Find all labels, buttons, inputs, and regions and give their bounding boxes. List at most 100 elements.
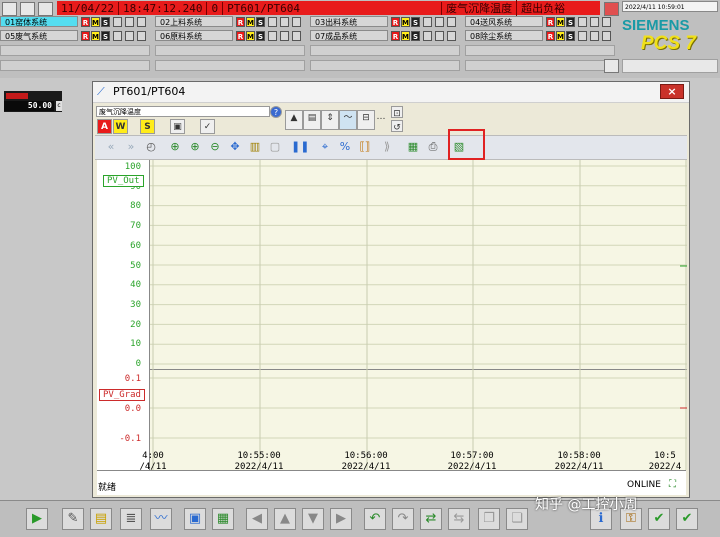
import-icon[interactable]: ▦ xyxy=(212,508,234,530)
status-m-indicator[interactable]: M xyxy=(556,31,565,41)
save-icon[interactable]: ▣ xyxy=(184,508,206,530)
overview-icon[interactable] xyxy=(2,2,17,16)
status-m-indicator[interactable]: M xyxy=(91,31,100,41)
pencil-icon[interactable] xyxy=(20,2,35,16)
y-tick-label: 20 xyxy=(130,319,141,330)
percent-icon[interactable]: % xyxy=(337,139,353,155)
status-m-indicator[interactable]: M xyxy=(246,31,255,41)
next-icon[interactable]: » xyxy=(123,139,139,155)
area-button[interactable]: 07成品系统 xyxy=(310,30,388,41)
status-m-indicator[interactable]: M xyxy=(401,31,410,41)
status-s-indicator[interactable]: S xyxy=(101,31,110,41)
lock-icon[interactable]: ▣ xyxy=(170,119,185,134)
copy-icon[interactable]: ❐ xyxy=(478,508,500,530)
status-s-indicator[interactable]: S xyxy=(256,17,265,27)
zoom-out-icon[interactable]: ⊖ xyxy=(207,139,223,155)
blank-icon[interactable] xyxy=(38,2,53,16)
checkbox-icon[interactable]: ✓ xyxy=(200,119,215,134)
area-button[interactable]: 04送风系统 xyxy=(465,16,543,27)
area-button[interactable]: 06原料系统 xyxy=(155,30,233,41)
alarm-message: 废气沉降温度 xyxy=(442,0,518,16)
zoom-in-icon[interactable]: ⊕ xyxy=(187,139,203,155)
series-label-pv-grad[interactable]: PV_Grad xyxy=(99,389,145,401)
status-m-indicator[interactable]: M xyxy=(246,17,255,27)
alarm-ack-icon[interactable] xyxy=(604,2,619,16)
document-icon[interactable]: ▤ xyxy=(303,110,321,130)
alarm-a-button[interactable]: A xyxy=(97,119,112,134)
area-button[interactable]: 02上料系统 xyxy=(155,16,233,27)
series-label-pv-out[interactable]: PV_Out xyxy=(103,175,144,187)
limits-icon[interactable]: ⇕ xyxy=(321,110,339,130)
clock-icon[interactable]: ◴ xyxy=(143,139,159,155)
area-button[interactable]: 08除尘系统 xyxy=(465,30,543,41)
ack-icon[interactable]: ✔ xyxy=(648,508,670,530)
area-button[interactable]: 03出料系统 xyxy=(310,16,388,27)
status-r-indicator[interactable]: R xyxy=(236,17,245,27)
status-r-indicator[interactable]: R xyxy=(236,31,245,41)
status-s-indicator[interactable]: S xyxy=(101,17,110,27)
status-r-indicator[interactable]: R xyxy=(546,31,555,41)
ack-all-icon[interactable]: ✔ xyxy=(676,508,698,530)
arrow-left-icon[interactable]: ◀ xyxy=(246,508,268,530)
paste-icon[interactable]: ❏ xyxy=(506,508,528,530)
pin-icon[interactable]: ⊡ xyxy=(391,106,403,119)
chart-icon[interactable]: 〰 xyxy=(150,508,172,530)
status-r-indicator[interactable]: R xyxy=(391,31,400,41)
status-s-indicator[interactable]: S xyxy=(411,31,420,41)
forward-icon[interactable]: ↷ xyxy=(392,508,414,530)
status-r-indicator[interactable]: R xyxy=(391,17,400,27)
status-s-button[interactable]: S xyxy=(140,119,155,134)
status-m-indicator[interactable]: M xyxy=(556,17,565,27)
empty-indicator xyxy=(292,17,301,27)
help-icon[interactable]: ? xyxy=(270,106,282,118)
window-titlebar[interactable]: ⟋ PT601/PT604 × xyxy=(93,82,689,103)
status-r-indicator[interactable]: R xyxy=(81,31,90,41)
status-r-indicator[interactable]: R xyxy=(546,17,555,27)
list-icon[interactable]: ≣ xyxy=(120,508,142,530)
trend-view-icon[interactable]: 〜 xyxy=(339,110,357,130)
zoom-area-icon[interactable]: ⊕ xyxy=(167,139,183,155)
switch-back-icon[interactable]: ⇆ xyxy=(448,508,470,530)
status-r-indicator[interactable]: R xyxy=(81,17,90,27)
trend-plot-area[interactable] xyxy=(149,160,687,470)
more-icon[interactable]: … xyxy=(375,110,387,130)
export-icon[interactable]: ▦ xyxy=(405,139,421,155)
batch-icon[interactable]: ⊟ xyxy=(357,110,375,130)
close-button[interactable]: × xyxy=(660,84,684,99)
status-s-indicator[interactable]: S xyxy=(566,31,575,41)
area-button[interactable]: 05废气系统 xyxy=(0,30,78,41)
empty-indicator xyxy=(435,17,444,27)
empty-indicator xyxy=(280,31,289,41)
arrow-right-icon[interactable]: ▶ xyxy=(330,508,352,530)
area-button[interactable]: 01窑体系统 xyxy=(0,16,78,27)
arrow-down-icon[interactable]: ▼ xyxy=(302,508,324,530)
bracket-icon[interactable]: ⟦⟧ xyxy=(357,139,373,155)
status-s-indicator[interactable]: S xyxy=(411,17,420,27)
back-icon[interactable]: ↶ xyxy=(364,508,386,530)
next-trend-icon[interactable]: ⟫ xyxy=(379,139,395,155)
status-s-indicator[interactable]: S xyxy=(566,17,575,27)
warning-w-button[interactable]: W xyxy=(113,119,128,134)
first-icon[interactable]: « xyxy=(103,139,119,155)
y-tick-label: 100 xyxy=(124,162,141,172)
move-icon[interactable]: ✥ xyxy=(227,139,243,155)
status-m-indicator[interactable]: M xyxy=(401,17,410,27)
layout-icon[interactable] xyxy=(604,59,619,73)
folder-icon[interactable]: ▤ xyxy=(90,508,112,530)
x-tick-date: /4/11 xyxy=(139,462,167,472)
ruler-tool-icon[interactable]: ⌖ xyxy=(317,139,333,155)
stop-icon[interactable]: ❚❚ xyxy=(291,139,309,155)
switch-icon[interactable]: ⇄ xyxy=(420,508,442,530)
arrow-up-icon[interactable]: ▲ xyxy=(274,508,296,530)
play-icon[interactable]: ▶ xyxy=(26,508,48,530)
alarm-line[interactable]: 11/04/22 18:47:12.240 0 PT601/PT604 废气沉降… xyxy=(57,0,600,16)
faceplate-icon[interactable]: ▲ xyxy=(285,110,303,130)
status-m-indicator[interactable]: M xyxy=(91,17,100,27)
loop-icon[interactable]: ↺ xyxy=(391,120,403,133)
original-view-icon[interactable]: ▢ xyxy=(267,139,283,155)
ruler-icon[interactable]: ▥ xyxy=(247,139,263,155)
print-icon[interactable]: ⎙ xyxy=(425,139,441,155)
y-tick-label: 10 xyxy=(130,339,141,350)
status-s-indicator[interactable]: S xyxy=(256,31,265,41)
tools-icon[interactable]: ✎ xyxy=(62,508,84,530)
